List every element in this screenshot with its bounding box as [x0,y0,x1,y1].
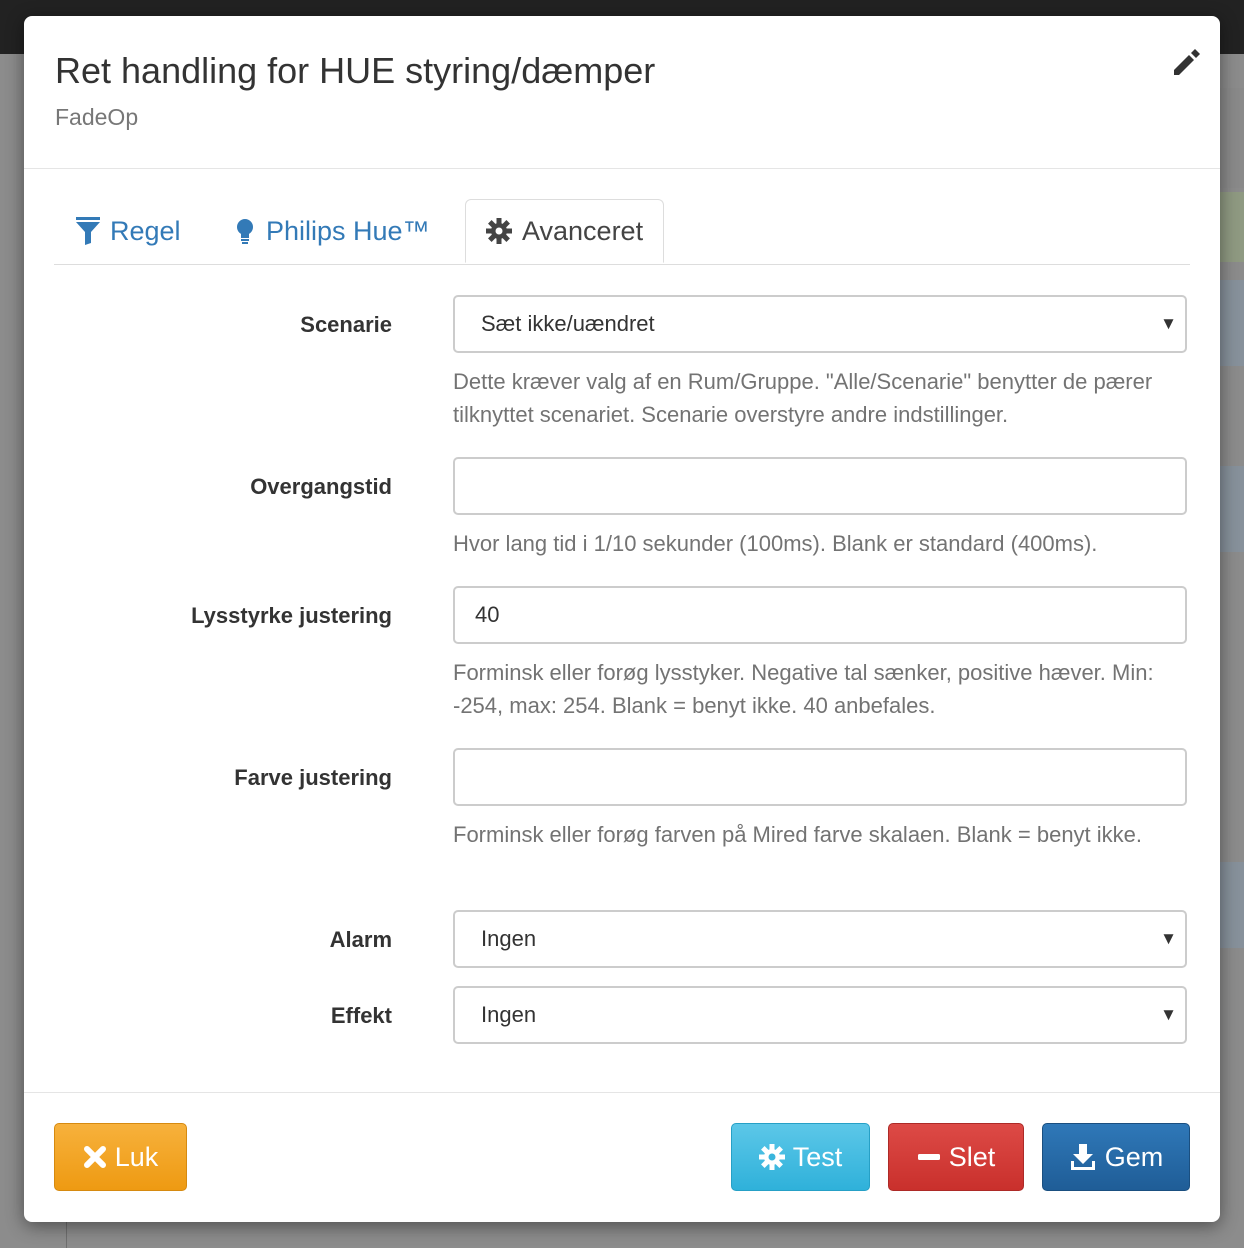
scenarie-select[interactable]: Sæt ikke/uændret ▼ [453,295,1187,353]
lysstyrke-help: Forminsk eller forøg lysstyker. Negative… [453,660,1154,718]
minus-icon [917,1154,940,1160]
background-strip [1220,88,1244,188]
lysstyrke-input-value: 40 [475,602,500,627]
edit-action-dialog: Ret handling for HUE styring/dæmper Fade… [24,16,1220,1222]
farve-input[interactable] [453,748,1187,806]
overgangstid-input[interactable] [453,457,1187,515]
dialog-subtitle: FadeOp [55,104,139,130]
effekt-select-value: Ingen [481,1002,537,1027]
overgangstid-label: Overgangstid [250,474,392,499]
farve-label: Farve justering [234,765,392,790]
effekt-label: Effekt [330,1003,392,1028]
effekt-select[interactable]: Ingen ▼ [453,986,1187,1044]
background-strip [1220,466,1244,552]
save-button[interactable]: Gem [1042,1123,1190,1191]
gear-icon [758,1144,785,1170]
delete-button-label: Slet [948,1141,996,1172]
caret-down-icon: ▼ [1160,314,1177,333]
caret-down-icon: ▼ [1160,1005,1177,1024]
filter-icon [76,217,100,245]
save-button-label: Gem [1104,1141,1164,1172]
scenarie-help: Dette kræver valg af en Rum/Gruppe. "All… [453,369,1153,427]
tab-avanceret-label: Avanceret [522,215,644,246]
test-button-label: Test [792,1141,843,1172]
background-divider [66,1222,67,1248]
lightbulb-icon [237,219,253,244]
background-strip [1220,192,1244,262]
background-strip [1220,862,1244,948]
lysstyrke-label: Lysstyrke justering [191,603,392,628]
download-icon [1070,1144,1095,1170]
alarm-select-value: Ingen [481,926,537,951]
overgangstid-help: Hvor lang tid i 1/10 sekunder (100ms). B… [453,531,1098,556]
close-button-label: Luk [114,1141,159,1172]
dialog-title: Ret handling for HUE styring/dæmper [55,50,656,91]
scenarie-label: Scenarie [300,312,392,337]
pencil-icon [1174,49,1200,75]
caret-down-icon: ▼ [1160,929,1177,948]
background-strip [1220,280,1244,366]
dialog-tabs: Regel Philips Hue™ Avanceret [54,199,1190,265]
edit-name-button[interactable] [1166,42,1206,82]
gear-icon [486,218,512,244]
dialog-header: Ret handling for HUE styring/dæmper Fade… [24,16,1220,169]
farve-help: Forminsk eller forøg farven på Mired far… [453,822,1143,847]
tab-philips-hue-label: Philips Hue™ [266,215,430,246]
tab-avanceret[interactable]: Avanceret [465,199,665,263]
test-button[interactable]: Test [731,1123,870,1191]
close-button[interactable]: Luk [54,1123,187,1191]
close-icon [83,1146,106,1168]
alarm-select[interactable]: Ingen ▼ [453,910,1187,968]
tab-regel-label: Regel [110,215,181,246]
tab-regel[interactable]: Regel [76,199,181,263]
alarm-label: Alarm [329,927,392,952]
tab-philips-hue[interactable]: Philips Hue™ [234,199,430,263]
dialog-footer: Luk Test Slet Gem [24,1092,1220,1223]
scenarie-select-value: Sæt ikke/uændret [481,311,655,336]
delete-button[interactable]: Slet [888,1123,1024,1191]
lysstyrke-input[interactable]: 40 [453,586,1187,644]
